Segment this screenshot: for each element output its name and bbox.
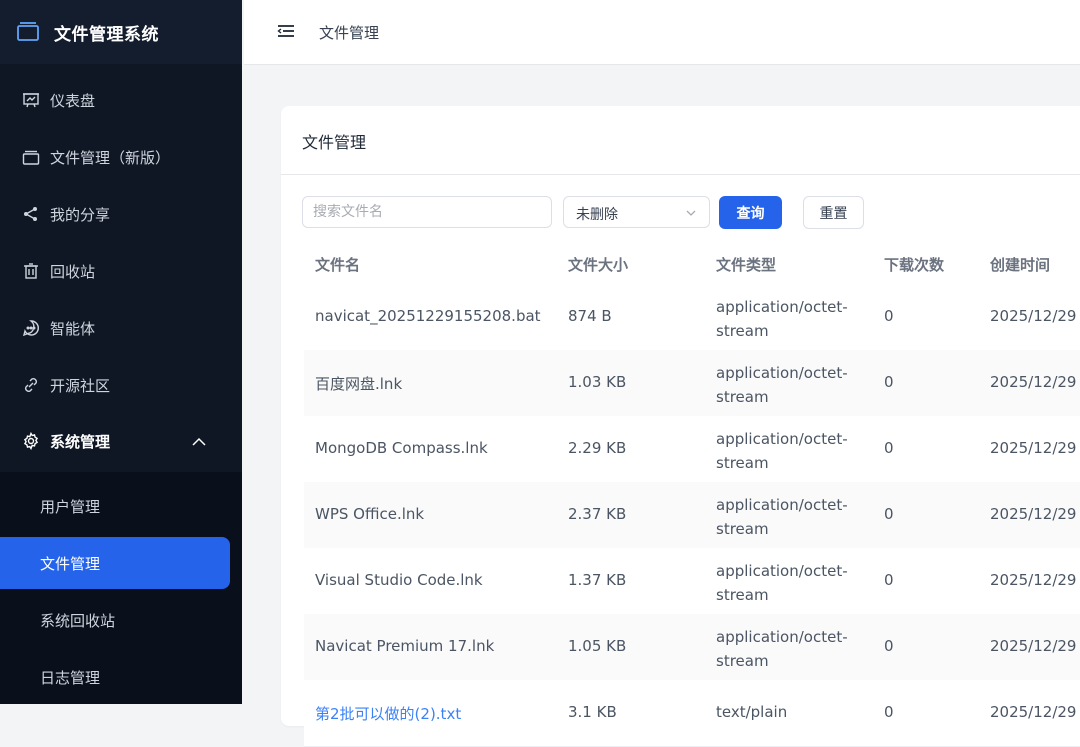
sidebar-item-label: 仪表盘 [50,92,96,110]
cell-name: WPS Office.lnk [315,505,425,523]
cell-downloads: 0 [884,637,894,655]
sidebar-item-agent[interactable]: 智能体 [0,306,242,350]
table-row[interactable]: Visual Studio Code.lnk 1.37 KB applicati… [304,548,1080,615]
table-row[interactable]: MongoDB Compass.lnk 2.29 KB application/… [304,416,1080,483]
folder-icon [22,150,40,165]
chat-icon [22,320,39,337]
cell-downloads: 0 [884,307,894,325]
cell-created: 2025/12/29 1 [990,439,1080,457]
cell-name: MongoDB Compass.lnk [315,439,488,457]
sidebar-item-label: 回收站 [50,263,96,281]
sidebar-item-share[interactable]: 我的分享 [0,192,242,236]
folder-logo-icon [17,22,39,41]
column-header-downloads[interactable]: 下载次数 [884,254,944,275]
cell-type: application/octet-stream [716,562,848,604]
sidebar-item-label: 用户管理 [40,498,101,516]
table-row[interactable]: 第2批可以做的(2).txt 3.1 KB text/plain 0 2025/… [304,680,1080,747]
cell-type: text/plain [716,703,788,721]
table-header: 文件名 文件大小 文件类型 下载次数 创建时间 [304,242,1080,285]
cell-type: application/octet-stream [716,496,848,538]
sidebar-item-file-manage[interactable]: 文件管理 [0,537,230,589]
cell-size: 1.37 KB [568,571,627,589]
status-select[interactable]: 未删除 [563,196,710,228]
sidebar-item-label: 开源社区 [50,377,111,395]
sidebar-item-label: 智能体 [50,320,96,338]
trash-icon [24,263,38,279]
table-row[interactable]: navicat_20251229155208.bat 874 B applica… [304,284,1080,351]
cell-created: 2025/12/29 1 [990,703,1080,721]
chevron-down-icon [686,210,696,216]
sidebar-item-community[interactable]: 开源社区 [0,363,242,407]
cell-name: 百度网盘.lnk [315,375,403,393]
sidebar-item-label: 文件管理（新版） [50,149,171,167]
cell-size: 874 B [568,307,612,325]
sidebar-item-label: 文件管理 [40,555,101,573]
column-header-type[interactable]: 文件类型 [716,254,776,275]
menu-toggle-icon[interactable] [277,22,295,40]
cell-created: 2025/12/29 1 [990,373,1080,391]
sidebar-item-logs[interactable]: 日志管理 [0,651,230,703]
cell-size: 1.05 KB [568,637,627,655]
reset-button[interactable]: 重置 [803,196,864,229]
column-header-size[interactable]: 文件大小 [568,254,628,275]
cell-downloads: 0 [884,373,894,391]
column-header-created[interactable]: 创建时间 [990,254,1050,275]
cell-size: 3.1 KB [568,703,617,721]
link-icon [25,378,37,392]
table-row[interactable]: Navicat Premium 17.lnk 1.05 KB applicati… [304,614,1080,681]
cell-name-link[interactable]: 第2批可以做的(2).txt [315,703,461,724]
dashboard-icon [23,93,39,108]
cell-created: 2025/12/29 1 [990,505,1080,523]
file-manage-card: 文件管理 未删除 查询 重置 文件名 文件大小 文件类型 下载次数 创建时间 n… [281,106,1080,747]
cell-size: 1.03 KB [568,373,627,391]
cell-type: application/octet-stream [716,430,848,472]
table-row[interactable]: 百度网盘.lnk 1.03 KB application/octet-strea… [304,350,1080,417]
table-row[interactable]: WPS Office.lnk 2.37 KB application/octet… [304,482,1080,549]
sidebar-item-files-new[interactable]: 文件管理（新版） [0,135,242,179]
breadcrumb: 文件管理 [319,24,380,42]
sidebar-item-label: 我的分享 [50,206,111,224]
sidebar: 文件管理系统 仪表盘 文件管理（新版） 我的分享 回收站 智能体 开源社区 系统… [0,0,242,704]
cell-name: navicat_20251229155208.bat [315,307,541,325]
top-header: 文件管理 [244,0,1080,65]
search-input[interactable] [302,196,552,228]
cell-downloads: 0 [884,505,894,523]
chevron-up-icon [192,437,206,446]
brand[interactable]: 文件管理系统 [0,0,242,64]
cell-created: 2025/12/29 1 [990,571,1080,589]
cell-size: 2.29 KB [568,439,627,457]
sidebar-item-label: 系统回收站 [40,612,116,630]
cell-downloads: 0 [884,571,894,589]
gear-icon [23,432,39,450]
sidebar-item-users[interactable]: 用户管理 [0,480,230,532]
sidebar-item-recycle[interactable]: 回收站 [0,249,242,293]
app-title: 文件管理系统 [54,25,159,45]
share-icon [24,207,37,221]
sidebar-group-system[interactable]: 系统管理 [0,419,242,463]
sidebar-item-dashboard[interactable]: 仪表盘 [0,78,242,122]
column-header-name[interactable]: 文件名 [315,254,360,275]
sidebar-item-system-recycle[interactable]: 系统回收站 [0,594,230,646]
cell-name: Navicat Premium 17.lnk [315,637,495,655]
status-select-value: 未删除 [576,207,618,223]
cell-downloads: 0 [884,439,894,457]
sidebar-item-label: 日志管理 [40,669,101,687]
divider [281,174,1080,175]
cell-type: application/octet-stream [716,364,848,406]
cell-size: 2.37 KB [568,505,627,523]
cell-created: 2025/12/29 1 [990,637,1080,655]
cell-created: 2025/12/29 1 [990,307,1080,325]
cell-type: application/octet-stream [716,298,848,340]
card-title: 文件管理 [302,133,367,152]
cell-name: Visual Studio Code.lnk [315,571,483,589]
cell-type: application/octet-stream [716,628,848,670]
sidebar-group-label: 系统管理 [50,433,111,451]
query-button[interactable]: 查询 [719,196,782,229]
cell-downloads: 0 [884,703,894,721]
